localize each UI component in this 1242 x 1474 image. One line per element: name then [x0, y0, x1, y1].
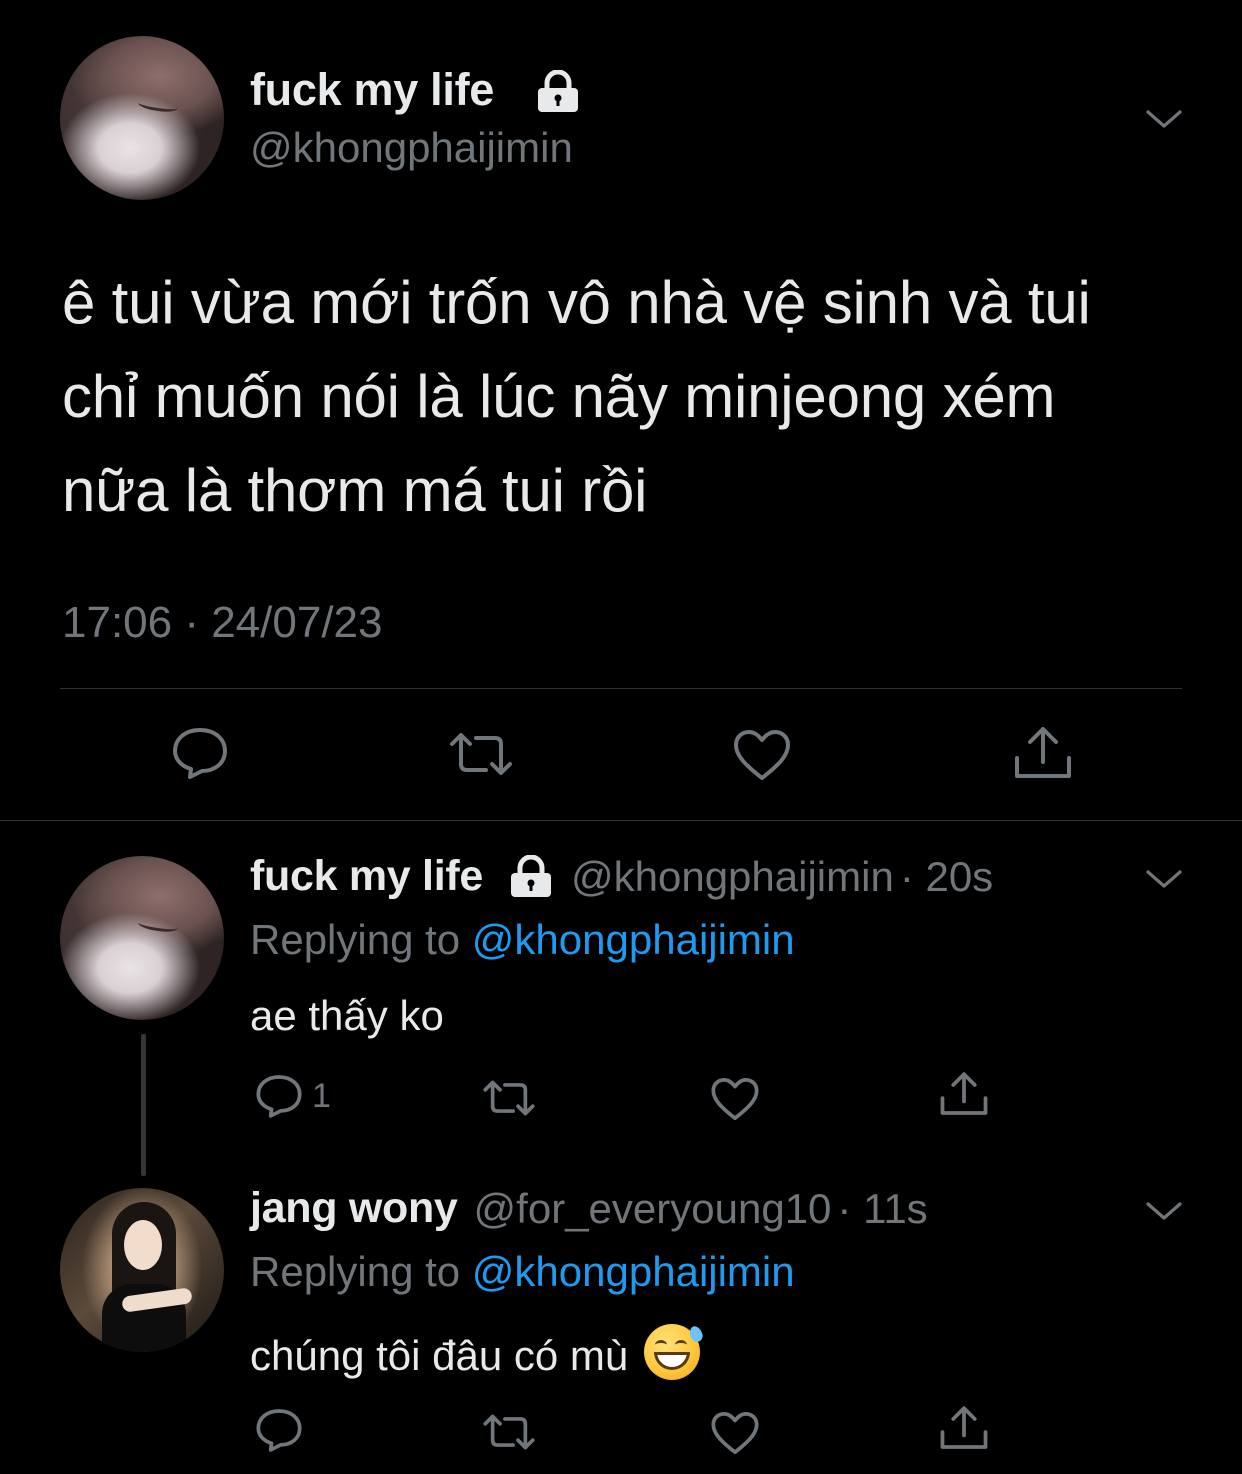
heart-icon — [711, 1077, 759, 1121]
replying-prefix: Replying to — [250, 916, 461, 963]
replying-prefix: Replying to — [250, 1248, 461, 1295]
reply-header: jang wony @for_everyoung10 · 11s — [250, 1184, 928, 1233]
thread-connector — [141, 1034, 146, 1176]
chevron-down-icon[interactable] — [1144, 106, 1184, 132]
tweet-timestamp[interactable]: 17:06 · 24/07/23 — [62, 598, 382, 648]
reply-text-row: chúng tôi đâu có mù — [250, 1324, 705, 1380]
lock-icon — [510, 854, 551, 897]
like-button[interactable] — [710, 1410, 760, 1456]
grinning-face-with-sweat-icon — [644, 1324, 705, 1380]
reply-count: 1 — [312, 1076, 331, 1115]
reply-text: ae thấy ko — [250, 992, 444, 1039]
avatar[interactable] — [60, 1188, 224, 1352]
author-name[interactable]: fuck my life — [250, 852, 483, 901]
share-icon — [940, 1072, 988, 1115]
replying-to: Replying to @khongphaijimin — [250, 916, 795, 964]
avatar[interactable] — [60, 36, 224, 200]
chevron-down-icon[interactable] — [1144, 1198, 1184, 1224]
share-button[interactable] — [938, 1070, 990, 1118]
retweet-icon — [483, 1080, 535, 1116]
avatar[interactable] — [60, 856, 224, 1020]
mention-link[interactable]: @khongphaijimin — [472, 916, 795, 963]
like-button[interactable] — [710, 1076, 760, 1122]
heart-icon — [711, 1411, 759, 1455]
share-icon — [940, 1406, 988, 1449]
retweet-button[interactable] — [448, 730, 514, 778]
author-handle[interactable]: @khongphaijimin — [571, 853, 894, 901]
reply-age[interactable]: · 11s — [837, 1185, 927, 1233]
reply-header: fuck my life @khongphaijimin · 20s — [250, 852, 993, 901]
retweet-icon — [450, 733, 512, 775]
heart-icon — [734, 730, 790, 780]
share-icon — [1015, 727, 1071, 778]
retweet-button[interactable] — [482, 1078, 536, 1118]
tweet-text: ê tui vừa mới trốn vô nhà vệ sinh và tui… — [62, 269, 1091, 524]
reply-button[interactable] — [254, 1406, 304, 1454]
author-handle[interactable]: @for_everyoung10 — [474, 1185, 832, 1233]
avatar-photo — [137, 917, 179, 934]
author-name[interactable]: fuck my life — [250, 64, 494, 116]
reply-age[interactable]: · 20s — [900, 853, 993, 901]
lock-icon — [538, 70, 578, 112]
retweet-icon — [483, 1414, 535, 1450]
reply-button[interactable] — [170, 724, 230, 782]
divider — [60, 688, 1182, 689]
share-button[interactable] — [938, 1404, 990, 1452]
retweet-button[interactable] — [482, 1412, 536, 1452]
reply-text: chúng tôi đâu có mù — [250, 1332, 629, 1379]
divider — [0, 820, 1242, 821]
reply-icon — [256, 1075, 302, 1118]
reply-icon — [173, 728, 227, 779]
author-handle[interactable]: @khongphaijimin — [250, 124, 573, 172]
share-button[interactable] — [1012, 724, 1074, 782]
reply-icon — [256, 1409, 302, 1452]
avatar-photo — [137, 97, 179, 114]
reply-button[interactable]: 1 — [254, 1072, 331, 1120]
author-name[interactable]: jang wony — [250, 1184, 458, 1233]
mention-link[interactable]: @khongphaijimin — [472, 1248, 795, 1295]
like-button[interactable] — [732, 728, 792, 782]
replying-to: Replying to @khongphaijimin — [250, 1248, 795, 1296]
chevron-down-icon[interactable] — [1144, 866, 1184, 892]
